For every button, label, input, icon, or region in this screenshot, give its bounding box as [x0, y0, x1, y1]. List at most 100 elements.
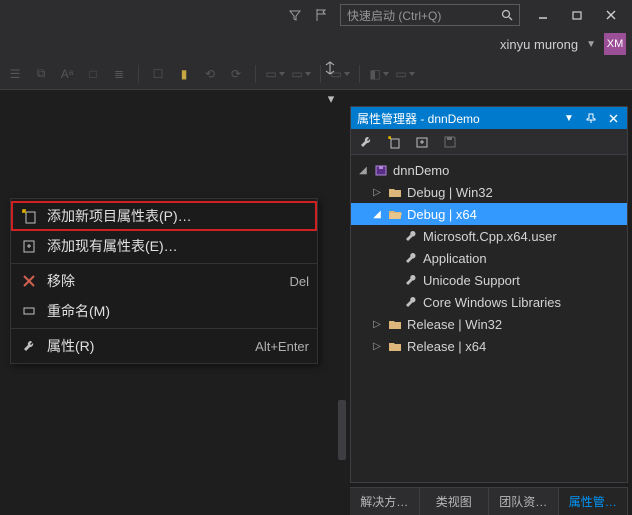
toolbar-btn-1[interactable]: ☰	[4, 63, 26, 85]
folder-icon	[387, 316, 403, 332]
tree-label: Debug | x64	[407, 207, 477, 222]
menu-properties[interactable]: 属性(R) Alt+Enter	[11, 331, 317, 361]
maximize-button[interactable]	[560, 2, 594, 28]
toolbar-btn-3[interactable]: Aᵃ	[56, 63, 78, 85]
menu-separator	[11, 328, 317, 329]
toolbar-dd-2[interactable]: ▭	[290, 63, 312, 85]
tree-sheet-application[interactable]: Application	[351, 247, 627, 269]
menu-add-existing-sheet[interactable]: 添加现有属性表(E)…	[11, 231, 317, 261]
close-button[interactable]	[594, 2, 628, 28]
tree-label: Unicode Support	[423, 273, 520, 288]
toolbar-separator	[255, 65, 256, 83]
wrench-icon	[403, 250, 419, 266]
tree-label: dnnDemo	[393, 163, 449, 178]
tab-team-explorer[interactable]: 团队资…	[489, 488, 559, 515]
collapse-icon[interactable]: ◢	[371, 209, 383, 220]
tree-label: Application	[423, 251, 487, 266]
folder-icon	[387, 184, 403, 200]
toolbar-btn-6[interactable]: ☐	[147, 63, 169, 85]
add-existing-icon[interactable]	[413, 133, 431, 151]
tree-label: Release | Win32	[407, 317, 502, 332]
user-dropdown-caret[interactable]: ▼	[586, 39, 596, 50]
toolbar-btn-7[interactable]: ⟲	[199, 63, 221, 85]
avatar[interactable]: XM	[604, 33, 626, 55]
tab-property-manager[interactable]: 属性管…	[559, 488, 629, 515]
tab-solution-explorer[interactable]: 解决方…	[350, 488, 420, 515]
panel-title: 属性管理器 - dnnDemo	[357, 110, 555, 127]
tree-sheet-unicode[interactable]: Unicode Support	[351, 269, 627, 291]
search-icon	[501, 9, 513, 21]
toolbar-btn-5[interactable]: ≣	[108, 63, 130, 85]
property-tree: ◢ dnnDemo ▷ Debug | Win32 ◢ Debug | x64 …	[351, 155, 627, 482]
toolbar-dd-4[interactable]: ◧	[368, 63, 390, 85]
bottom-tab-strip: 解决方… 类视图 团队资… 属性管…	[350, 487, 628, 515]
tree-sheet-mscpp[interactable]: Microsoft.Cpp.x64.user	[351, 225, 627, 247]
tree-label: Microsoft.Cpp.x64.user	[423, 229, 557, 244]
menu-shortcut: Del	[289, 274, 309, 289]
menu-label: 添加现有属性表(E)…	[47, 236, 309, 256]
menu-label: 属性(R)	[47, 336, 247, 356]
folder-icon	[387, 338, 403, 354]
menu-shortcut: Alt+Enter	[255, 339, 309, 354]
tab-class-view[interactable]: 类视图	[420, 488, 490, 515]
tab-dropdown-icon[interactable]: ▾	[322, 90, 340, 108]
quick-launch-box[interactable]: 快速启动 (Ctrl+Q)	[340, 4, 520, 26]
wrench-icon	[19, 336, 39, 356]
tree-label: Core Windows Libraries	[423, 295, 561, 310]
panel-titlebar[interactable]: 属性管理器 - dnnDemo ▼	[351, 107, 627, 129]
new-sheet-icon[interactable]	[385, 133, 403, 151]
tree-sheet-corewin[interactable]: Core Windows Libraries	[351, 291, 627, 313]
user-name-label[interactable]: xinyu murong	[500, 37, 578, 52]
tree-config-release-x64[interactable]: ▷ Release | x64	[351, 335, 627, 357]
menu-label: 添加新项目属性表(P)…	[47, 206, 309, 226]
toolbar-btn-4[interactable]: □	[82, 63, 104, 85]
tree-label: Release | x64	[407, 339, 486, 354]
flag-icon[interactable]	[308, 2, 334, 28]
filter-icon[interactable]	[282, 2, 308, 28]
wrench-icon	[403, 228, 419, 244]
collapse-icon[interactable]: ◢	[357, 165, 369, 176]
toolbar-separator	[359, 65, 360, 83]
toolbar-btn-8[interactable]: ⟳	[225, 63, 247, 85]
panel-toolbar	[351, 129, 627, 155]
menu-add-new-sheet[interactable]: 添加新项目属性表(P)…	[11, 201, 317, 231]
project-icon	[373, 162, 389, 178]
menu-remove[interactable]: 移除 Del	[11, 266, 317, 296]
tree-config-release-win32[interactable]: ▷ Release | Win32	[351, 313, 627, 335]
minimize-button[interactable]	[526, 2, 560, 28]
wrench-icon	[403, 272, 419, 288]
tree-label: Debug | Win32	[407, 185, 493, 200]
tree-config-debug-win32[interactable]: ▷ Debug | Win32	[351, 181, 627, 203]
vertical-scrollbar[interactable]	[338, 400, 346, 460]
expand-icon[interactable]: ▷	[371, 187, 383, 198]
panel-close-icon[interactable]	[605, 110, 621, 126]
add-existing-icon	[19, 236, 39, 256]
toolbar-btn-2[interactable]: ⧉	[30, 63, 52, 85]
wrench-icon	[403, 294, 419, 310]
toolbar-dd-1[interactable]: ▭	[264, 63, 286, 85]
menu-separator	[11, 263, 317, 264]
wrench-icon[interactable]	[357, 133, 375, 151]
split-handle-icon[interactable]	[320, 56, 340, 80]
folder-open-icon	[387, 206, 403, 222]
menu-label: 重命名(M)	[47, 301, 309, 321]
panel-menu-caret[interactable]: ▼	[561, 110, 577, 126]
quick-launch-placeholder: 快速启动 (Ctrl+Q)	[347, 7, 501, 24]
main-toolbar: ☰ ⧉ Aᵃ □ ≣ ☐ ▮ ⟲ ⟳ ▭ ▭ ▭ ◧ ▭	[0, 58, 632, 90]
remove-icon	[19, 271, 39, 291]
menu-label: 移除	[47, 271, 281, 291]
save-icon[interactable]	[441, 133, 459, 151]
bookmark-icon[interactable]: ▮	[173, 63, 195, 85]
tree-config-debug-x64[interactable]: ◢ Debug | x64	[351, 203, 627, 225]
expand-icon[interactable]: ▷	[371, 341, 383, 352]
new-sheet-icon	[19, 206, 39, 226]
context-menu: 添加新项目属性表(P)… 添加现有属性表(E)… 移除 Del 重命名(M) 属…	[10, 198, 318, 364]
pin-icon[interactable]	[583, 110, 599, 126]
property-manager-panel: 属性管理器 - dnnDemo ▼ ◢ dnnDemo ▷	[350, 106, 628, 483]
toolbar-dd-5[interactable]: ▭	[394, 63, 416, 85]
toolbar-separator	[138, 65, 139, 83]
tree-root[interactable]: ◢ dnnDemo	[351, 159, 627, 181]
expand-icon[interactable]: ▷	[371, 319, 383, 330]
user-bar: xinyu murong ▼ XM	[0, 30, 632, 58]
menu-rename[interactable]: 重命名(M)	[11, 296, 317, 326]
